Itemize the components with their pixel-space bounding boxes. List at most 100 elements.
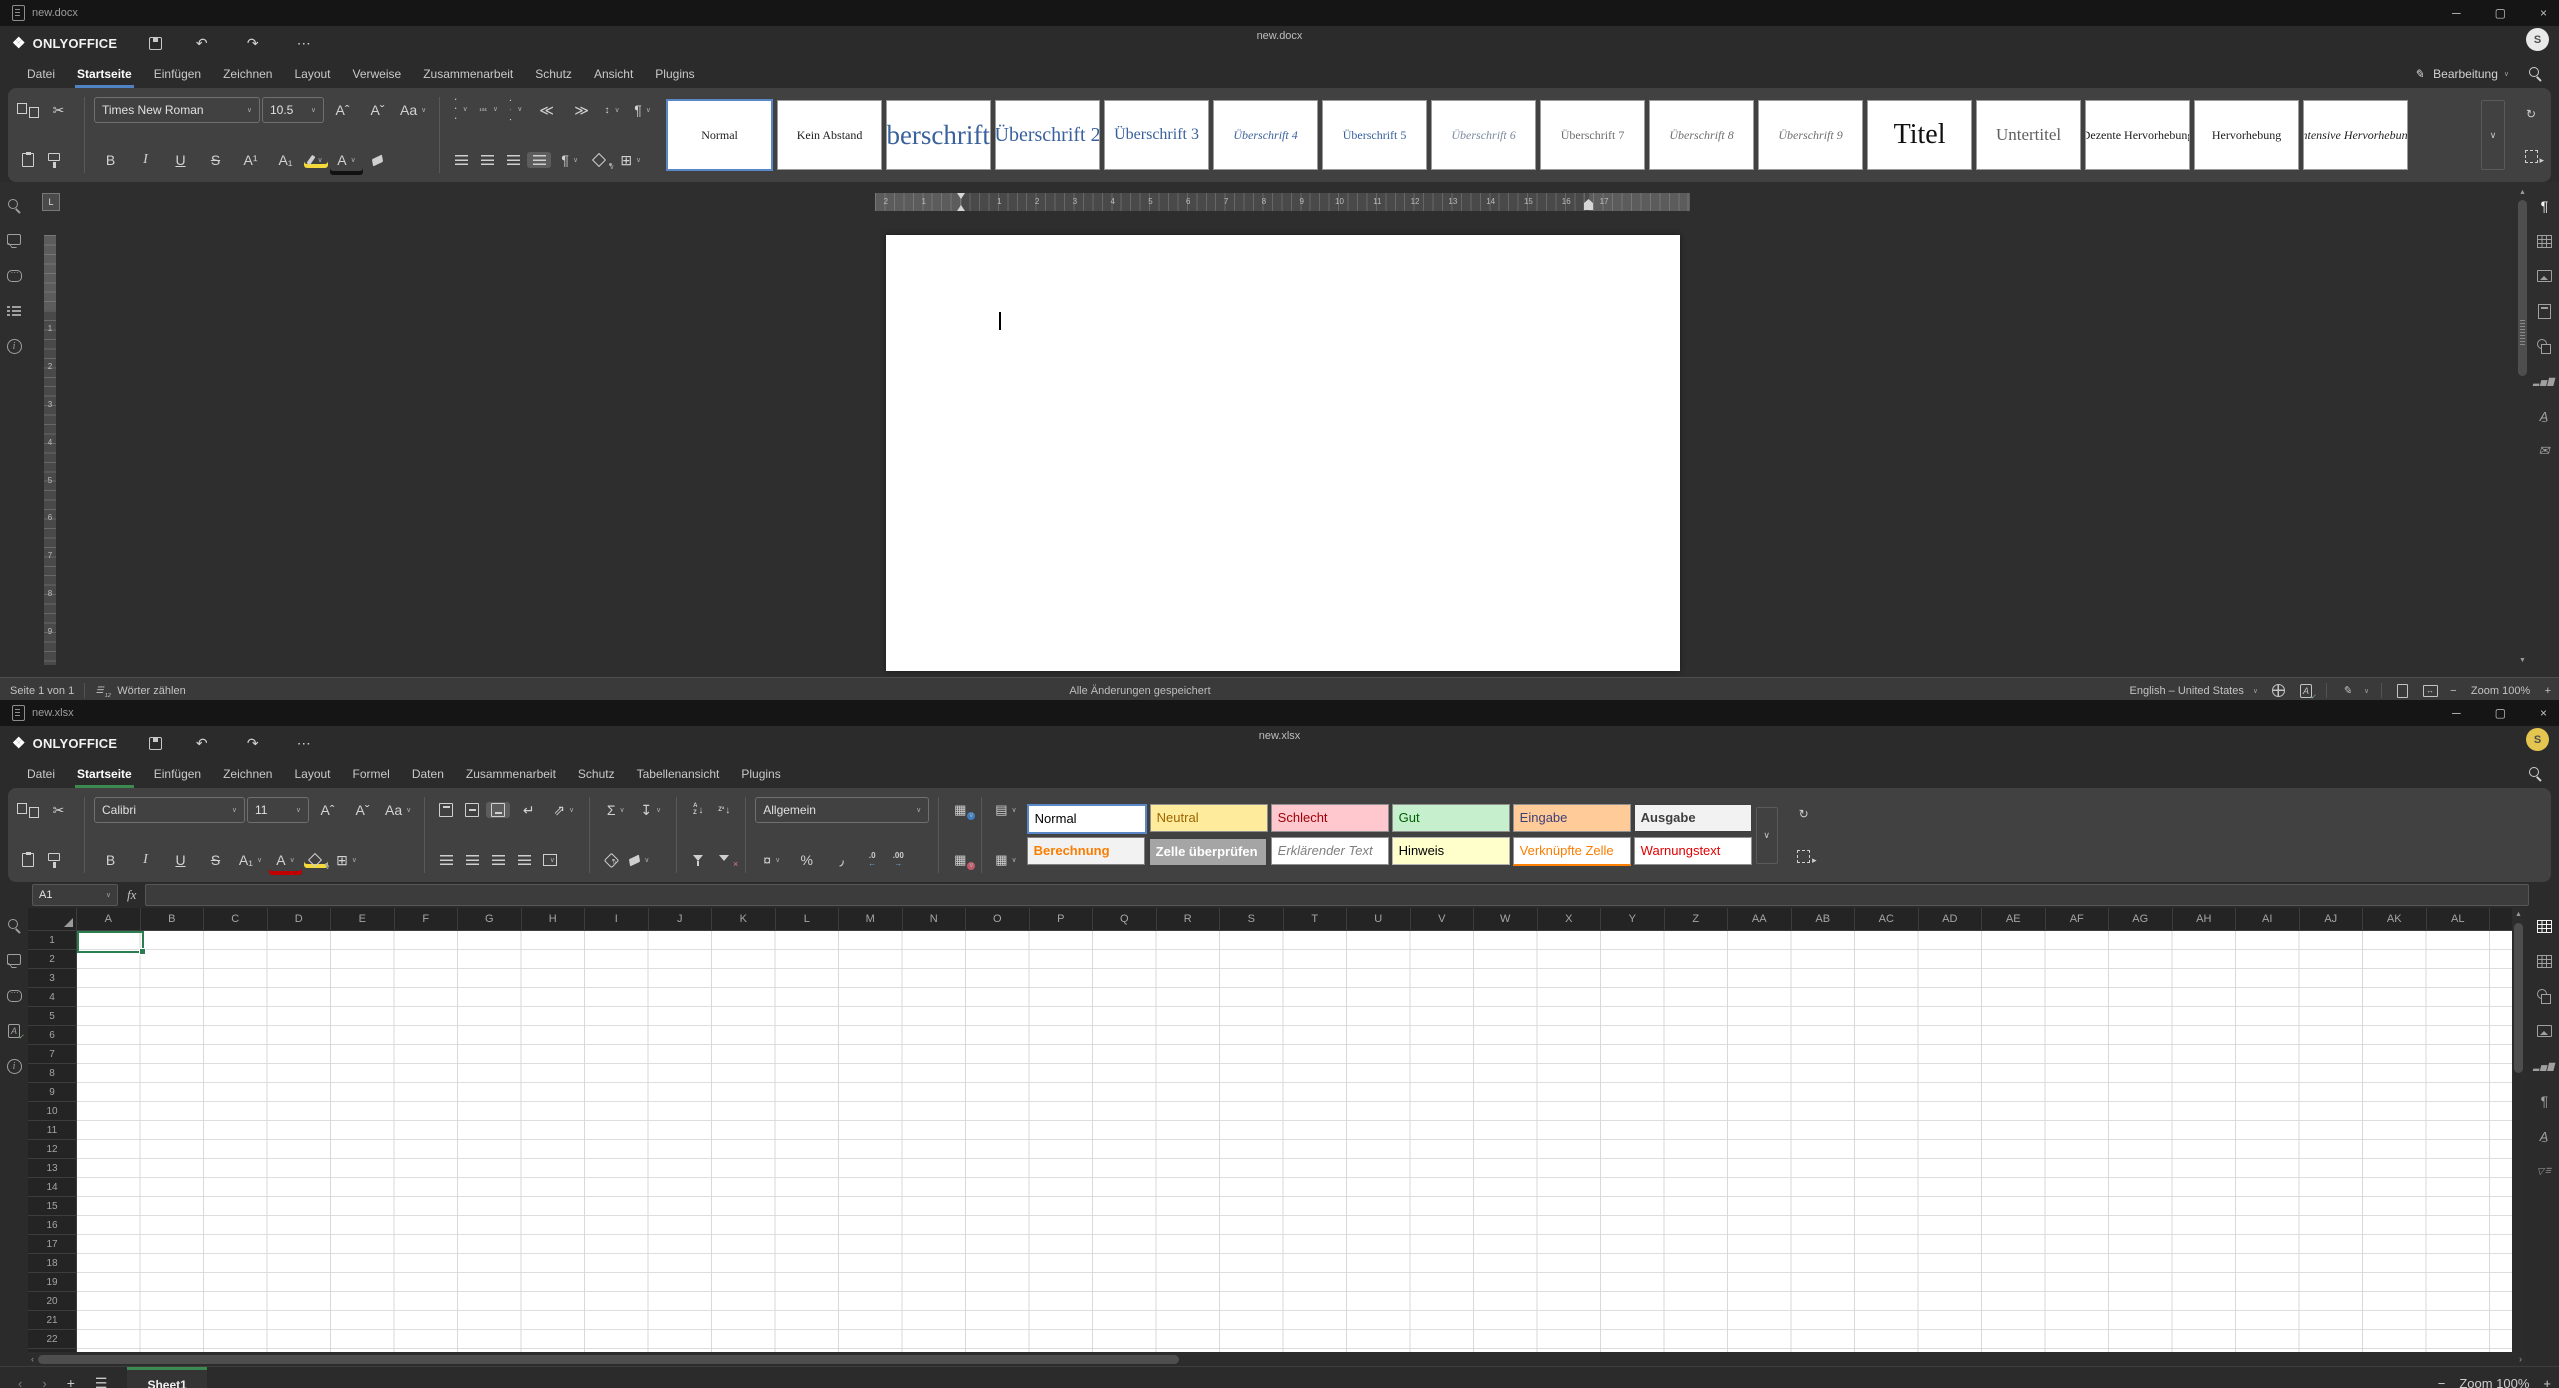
align-right-button[interactable]	[486, 852, 510, 868]
cell-style[interactable]: Normal	[1027, 804, 1147, 834]
highlight-color-button[interactable]	[304, 152, 328, 168]
column-header[interactable]: AK	[2363, 908, 2427, 930]
fill-button[interactable]	[634, 795, 667, 825]
panel-textart-settings[interactable]	[2536, 1128, 2552, 1144]
paste-button[interactable]	[16, 152, 40, 168]
menu-tab[interactable]: Layout	[283, 62, 341, 86]
sidebar-navigation[interactable]	[6, 303, 22, 319]
superscript-button[interactable]	[234, 145, 267, 175]
orientation-button[interactable]	[547, 795, 580, 825]
paragraph-style[interactable]: Überschrift 5	[1322, 100, 1427, 170]
column-header[interactable]: AJ	[2300, 908, 2364, 930]
paragraph-style[interactable]: Titel	[1867, 100, 1972, 170]
paragraph-style[interactable]: Kein Abstand	[777, 100, 882, 170]
undo-button[interactable]	[185, 28, 218, 58]
column-header[interactable]: B	[141, 908, 205, 930]
horizontal-scrollbar[interactable]: ‹ ›	[28, 1352, 2525, 1366]
subscript-button[interactable]	[269, 145, 302, 175]
next-sheet-button[interactable]: ›	[34, 1376, 54, 1388]
format-painter-button[interactable]	[42, 852, 66, 868]
delete-cells-button[interactable]	[948, 852, 972, 868]
font-color-button[interactable]	[269, 845, 302, 875]
comma-style-button[interactable]	[825, 845, 858, 875]
row-header[interactable]: 9	[28, 1083, 76, 1102]
row-header[interactable]: 10	[28, 1102, 76, 1121]
panel-textart-settings[interactable]	[2536, 408, 2552, 424]
accounting-style-button[interactable]	[755, 845, 788, 875]
align-center-button[interactable]	[460, 852, 484, 868]
edit-mode-selector[interactable]: Bearbeitung	[2411, 66, 2509, 82]
sort-ascending-button[interactable]	[686, 802, 710, 818]
decrease-indent-button[interactable]	[530, 95, 563, 125]
tab-stop-selector[interactable]: L	[42, 193, 60, 211]
format-as-table-button[interactable]	[991, 852, 1020, 868]
column-header[interactable]: M	[839, 908, 903, 930]
selected-cell-outline[interactable]	[77, 931, 144, 953]
row-header[interactable]: 5	[28, 1007, 76, 1026]
multilevel-list-button[interactable]	[504, 102, 528, 118]
scroll-left-arrow[interactable]: ‹	[31, 1354, 34, 1364]
document-language-icon[interactable]	[2270, 683, 2286, 699]
row-header[interactable]: 1	[28, 931, 76, 950]
save-button[interactable]	[143, 735, 167, 751]
row-header[interactable]: 21	[28, 1311, 76, 1330]
column-header[interactable]: Y	[1601, 908, 1665, 930]
column-header[interactable]: C	[204, 908, 268, 930]
maximize-button[interactable]: ▢	[2495, 6, 2506, 20]
panel-chart-settings[interactable]	[2533, 373, 2554, 389]
row-header[interactable]: 13	[28, 1159, 76, 1178]
align-left-button[interactable]	[449, 152, 473, 168]
column-header[interactable]: N	[903, 908, 967, 930]
save-button[interactable]	[143, 35, 167, 51]
sheet-tab[interactable]: Sheet1	[127, 1367, 206, 1388]
fit-page-button[interactable]	[2394, 683, 2410, 699]
more-actions-button[interactable]	[287, 28, 320, 58]
replace-button[interactable]	[2519, 106, 2543, 122]
column-header[interactable]: O	[966, 908, 1030, 930]
bold-button[interactable]	[94, 145, 127, 175]
italic-button[interactable]	[129, 145, 162, 175]
shrink-font-button[interactable]	[361, 95, 394, 125]
underline-button[interactable]	[164, 145, 197, 175]
column-header[interactable]: AB	[1792, 908, 1856, 930]
column-header[interactable]: L	[776, 908, 840, 930]
cell-styles-expand-button[interactable]	[1756, 807, 1778, 864]
nonprinting-chars-button[interactable]	[626, 95, 659, 125]
row-header[interactable]: 16	[28, 1216, 76, 1235]
zoom-out-button[interactable]: −	[2438, 1376, 2446, 1388]
paragraph-style[interactable]: Untertitel	[1976, 100, 2081, 170]
row-header[interactable]: 7	[28, 1045, 76, 1064]
align-center-button[interactable]	[475, 152, 499, 168]
paragraph-style[interactable]: Intensive Hervorhebung	[2303, 100, 2408, 170]
column-header[interactable]: AE	[1982, 908, 2046, 930]
horizontal-ruler[interactable]: 211234567891011121314151617	[875, 193, 1690, 211]
font-name-select[interactable]: Calibri∨	[94, 797, 245, 823]
xlsx-file-tab[interactable]: new.xlsx	[12, 705, 74, 721]
column-header[interactable]: Q	[1093, 908, 1157, 930]
select-all-button[interactable]	[1792, 848, 1816, 864]
user-avatar[interactable]: S	[2526, 28, 2549, 51]
change-case-button[interactable]	[381, 795, 415, 825]
scrollbar-thumb[interactable]	[2514, 923, 2523, 1073]
previous-sheet-button[interactable]: ‹	[10, 1376, 30, 1388]
add-sheet-button[interactable]: +	[59, 1375, 83, 1388]
sidebar-search[interactable]	[6, 918, 22, 934]
redo-button[interactable]	[236, 728, 269, 758]
zoom-in-button[interactable]: +	[2543, 1376, 2551, 1388]
wrap-text-button[interactable]	[512, 795, 545, 825]
close-button[interactable]: ×	[2540, 706, 2547, 720]
zoom-out-button[interactable]: −	[2450, 685, 2456, 697]
percent-style-button[interactable]	[790, 845, 823, 875]
scrollbar-thumb[interactable]	[38, 1355, 1179, 1364]
minimize-button[interactable]: ─	[2452, 706, 2461, 720]
sidebar-comments[interactable]	[6, 953, 22, 969]
menu-tab[interactable]: Layout	[283, 762, 341, 786]
column-header[interactable]: U	[1347, 908, 1411, 930]
copy-button[interactable]	[16, 802, 40, 818]
close-button[interactable]: ×	[2540, 6, 2547, 20]
strike-button[interactable]	[199, 845, 232, 875]
sidebar-about[interactable]	[6, 1058, 22, 1074]
replace-button[interactable]	[1792, 806, 1816, 822]
row-header[interactable]: 14	[28, 1178, 76, 1197]
column-header[interactable]: X	[1538, 908, 1602, 930]
